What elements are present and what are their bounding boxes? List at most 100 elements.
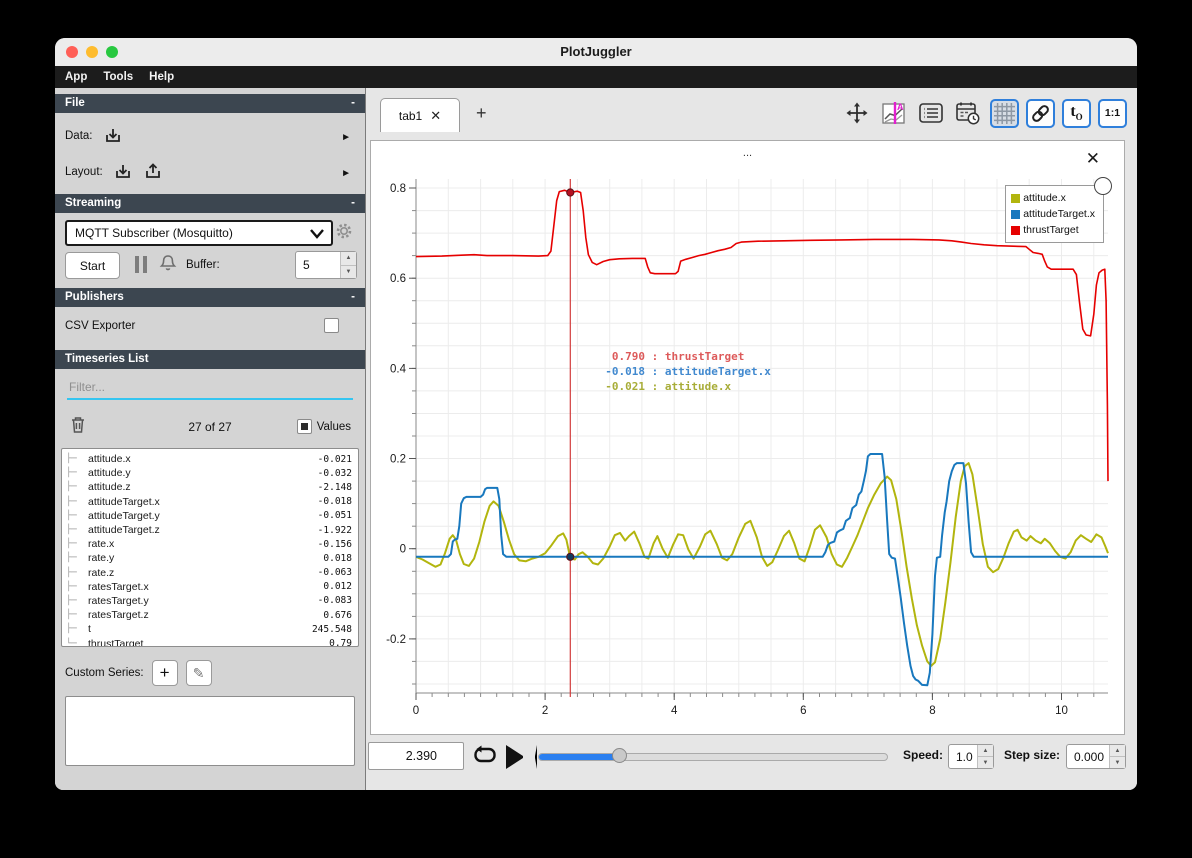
timeseries-row[interactable]: ├─ attitudeTarget.y -0.051 <box>66 509 352 523</box>
tab-label: tab1 <box>398 108 423 123</box>
legend-item[interactable]: attitudeTarget.x <box>1011 206 1095 222</box>
menu-bar: App Tools Help <box>55 66 1137 88</box>
plot-toolbar: A tO 1:1 <box>842 98 1127 128</box>
file-section-header[interactable]: File - <box>55 94 365 113</box>
menu-item-tools[interactable]: Tools <box>103 71 133 83</box>
timeseries-row[interactable]: ├─ t 245.548 <box>66 622 352 636</box>
link-icon <box>1029 102 1052 125</box>
filter-input[interactable] <box>67 376 353 400</box>
series-name: thrustTarget <box>88 637 144 647</box>
datetime-button[interactable] <box>953 98 983 128</box>
spinner-up-icon[interactable]: ▲ <box>978 745 993 757</box>
values-checkbox[interactable] <box>296 419 312 434</box>
series-value: 0.018 <box>323 552 352 564</box>
spinner-up-icon[interactable]: ▲ <box>1110 745 1125 757</box>
spinner-up-icon[interactable]: ▲ <box>341 252 356 266</box>
save-layout-button[interactable] <box>143 162 163 182</box>
spinner-down-icon[interactable]: ▼ <box>341 265 356 278</box>
ratio-1-1-button[interactable]: 1:1 <box>1098 98 1127 128</box>
series-value: -0.021 <box>317 453 352 465</box>
timeseries-row[interactable]: ├─ ratesTarget.x 0.012 <box>66 580 352 594</box>
series-name: ratesTarget.x <box>88 580 149 593</box>
load-layout-button[interactable] <box>113 162 133 182</box>
sidebar: File - Data: ► Layout: ► Streaming - MQT… <box>55 88 366 790</box>
timeseries-row[interactable]: ├─ attitude.z -2.148 <box>66 480 352 494</box>
loop-button[interactable] <box>472 744 498 768</box>
step-size-label: Step size: <box>1004 748 1061 762</box>
timeseries-row[interactable]: └─ thrustTarget 0.79 <box>66 636 352 647</box>
load-data-button[interactable] <box>103 126 123 146</box>
plot-close-button[interactable]: ✕ <box>1080 149 1106 168</box>
collapse-icon[interactable]: - <box>351 288 355 307</box>
data-menu-arrow-icon[interactable]: ► <box>341 132 351 143</box>
menu-item-help[interactable]: Help <box>149 71 174 83</box>
timeseries-row[interactable]: ├─ ratesTarget.z 0.676 <box>66 608 352 622</box>
series-name: attitude.y <box>88 467 131 480</box>
streaming-section-header[interactable]: Streaming - <box>55 194 365 213</box>
timeseries-row[interactable]: ├─ attitudeTarget.z -1.922 <box>66 523 352 537</box>
title-bar: PlotJuggler <box>55 38 1137 67</box>
spinner-down-icon[interactable]: ▼ <box>978 757 993 768</box>
collapse-icon[interactable]: - <box>351 94 355 113</box>
pencil-icon: ✎ <box>192 664 205 681</box>
tab-close-icon[interactable]: ✕ <box>430 108 441 124</box>
buffer-spinner[interactable]: 5 ▲ ▼ <box>295 251 357 279</box>
download-icon <box>113 162 133 182</box>
custom-series-list[interactable] <box>65 696 355 766</box>
pan-zoom-button[interactable] <box>842 98 872 128</box>
add-tab-button[interactable]: + <box>470 102 493 125</box>
edit-custom-series-button[interactable]: ✎ <box>185 660 212 686</box>
speed-spinner[interactable]: 1.0 ▲ ▼ <box>948 744 994 769</box>
timeseries-row[interactable]: ├─ attitudeTarget.x -0.018 <box>66 495 352 509</box>
tooltip-line: -0.018 : attitudeTarget.x <box>605 365 771 378</box>
series-name: attitude.x <box>88 453 131 466</box>
download-icon <box>103 126 123 146</box>
play-button[interactable] <box>506 745 537 769</box>
publishers-section-header[interactable]: Publishers - <box>55 288 365 307</box>
svg-text:0.4: 0.4 <box>390 363 407 375</box>
step-size-spinner[interactable]: 0.000 ▲ ▼ <box>1066 744 1126 769</box>
plot-panel[interactable]: 0 2 4 6 8 10 -0.2 0 0.2 0.4 0.6 0.8 ... ✕ attitude.… <box>370 140 1125 735</box>
time-offset-button[interactable]: tO <box>1062 98 1091 128</box>
pause-streaming-button[interactable] <box>135 256 147 273</box>
series-name: t <box>88 623 91 636</box>
menu-item-app[interactable]: App <box>65 71 87 83</box>
series-value: -0.051 <box>317 510 352 522</box>
timeseries-row[interactable]: ├─ rate.y 0.018 <box>66 551 352 565</box>
collapse-icon[interactable]: - <box>351 194 355 213</box>
tree-branch-icon: ├─ <box>66 595 77 606</box>
time-field[interactable]: 2.390 <box>368 742 464 770</box>
list-view-button[interactable] <box>916 98 946 128</box>
time-slider[interactable] <box>538 748 888 763</box>
legend-handle-icon[interactable] <box>1094 177 1112 195</box>
slider-handle[interactable] <box>611 748 627 763</box>
streaming-source-select[interactable]: MQTT Subscriber (Mosquitto) <box>65 220 333 246</box>
series-value: 0.012 <box>323 581 352 593</box>
streaming-options-button[interactable] <box>335 222 353 240</box>
timeseries-row[interactable]: ├─ ratesTarget.y -0.083 <box>66 594 352 608</box>
timeseries-row[interactable]: ├─ attitude.x -0.021 <box>66 452 352 466</box>
timeseries-row[interactable]: ├─ attitude.y -0.032 <box>66 466 352 480</box>
csv-exporter-checkbox[interactable] <box>324 318 339 333</box>
values-label: Values <box>316 420 351 433</box>
timeseries-section-header[interactable]: Timeseries List <box>55 350 365 369</box>
add-custom-series-button[interactable]: + <box>151 660 178 686</box>
toggle-grid-button[interactable] <box>990 98 1019 128</box>
start-streaming-button[interactable]: Start <box>65 252 120 279</box>
layout-menu-arrow-icon[interactable]: ► <box>341 168 351 179</box>
notifications-button[interactable] <box>158 253 178 273</box>
series-name: ratesTarget.z <box>88 609 149 622</box>
timeseries-row[interactable]: ├─ rate.x -0.156 <box>66 537 352 551</box>
legend-item[interactable]: thrustTarget <box>1011 222 1095 238</box>
series-name: rate.y <box>88 552 115 565</box>
edit-curves-button[interactable]: A <box>879 98 909 128</box>
tree-branch-icon: ├─ <box>66 496 77 507</box>
link-axes-button[interactable] <box>1026 98 1055 128</box>
legend-item[interactable]: attitude.x <box>1011 190 1095 206</box>
spinner-down-icon[interactable]: ▼ <box>1110 757 1125 768</box>
plot-legend: attitude.x attitudeTarget.x thrustTarget <box>1005 177 1112 243</box>
chart-edit-icon: A <box>881 100 907 126</box>
timeseries-row[interactable]: ├─ rate.z -0.063 <box>66 566 352 580</box>
tab-tab1[interactable]: tab1 ✕ <box>380 98 460 132</box>
timeseries-list[interactable]: ├─ attitude.x -0.021 ├─ attitude.y -0.032 ├─ at… <box>61 448 359 647</box>
